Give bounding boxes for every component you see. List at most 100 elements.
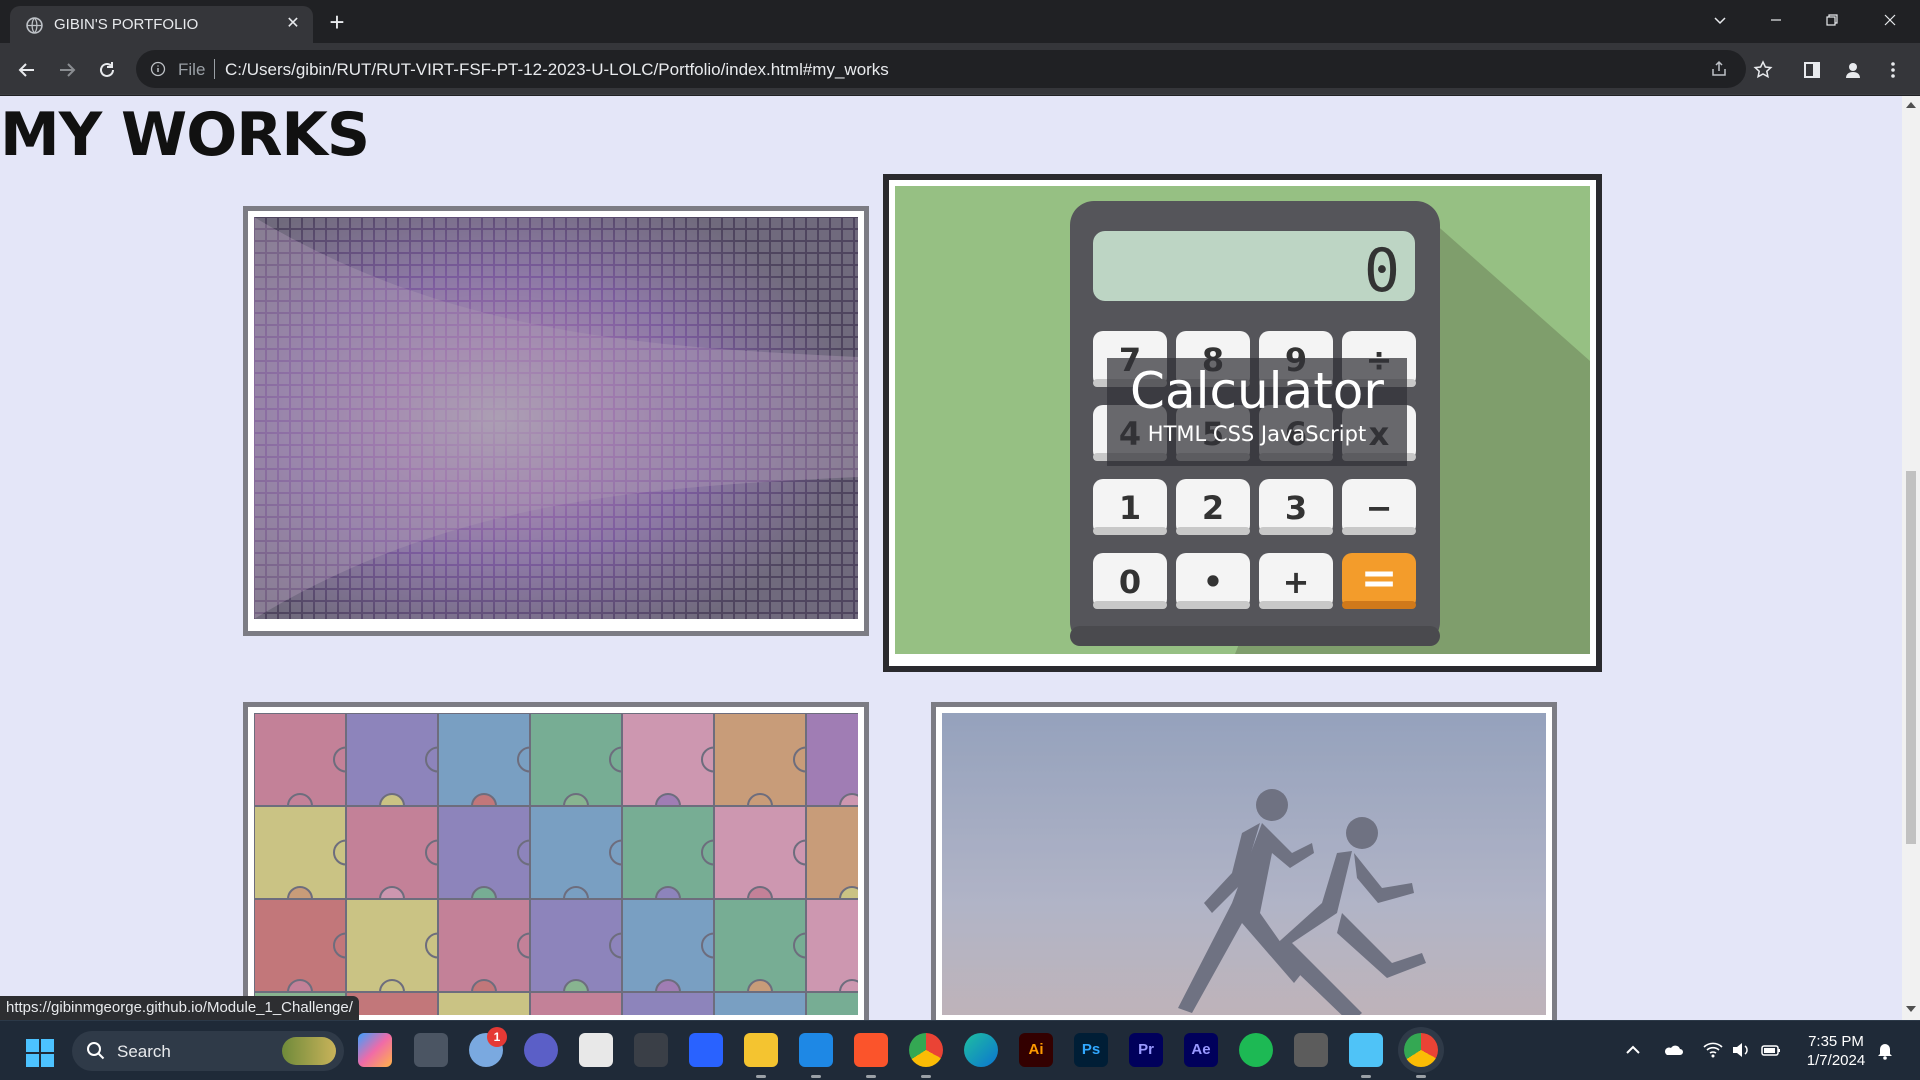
profile-icon: [1846, 63, 1860, 78]
tab-search-button[interactable]: [1692, 0, 1748, 40]
calculator-image: 0 789÷456x123−0•+= Calculator HTML CSS J…: [895, 186, 1590, 654]
photoshop-icon[interactable]: Ps: [1074, 1033, 1108, 1067]
close-icon: [1884, 14, 1896, 26]
close-window-button[interactable]: [1862, 0, 1918, 40]
battery-icon[interactable]: [1760, 1039, 1782, 1061]
side-panel-icon: [1804, 62, 1820, 78]
edge-icon[interactable]: [964, 1033, 998, 1067]
restore-icon: [1826, 14, 1838, 26]
copilot-icon[interactable]: [358, 1033, 392, 1067]
image-overlay: [254, 217, 858, 619]
browser-tab[interactable]: GIBIN'S PORTFOLIO ✕: [10, 6, 313, 43]
url-text[interactable]: C:/Users/gibin/RUT/RUT-VIRT-FSF-PT-12-20…: [225, 60, 889, 80]
wifi-icon[interactable]: [1702, 1039, 1724, 1061]
bookmark-star-button[interactable]: [1748, 55, 1778, 85]
search-label: Search: [117, 1042, 171, 1061]
calc-key: 2: [1176, 479, 1250, 535]
weather-icon[interactable]: 1: [469, 1027, 507, 1067]
brave-icon[interactable]: [854, 1033, 888, 1078]
after-effects-icon[interactable]: Ae: [1184, 1033, 1218, 1067]
work-caption: Calculator HTML CSS JavaScript: [1107, 358, 1407, 466]
clock-time[interactable]: 7:35 PM: [1804, 1033, 1868, 1050]
work-title: Calculator: [1130, 362, 1384, 420]
calc-key-label: 1: [1119, 489, 1141, 527]
work-card-runners[interactable]: [931, 702, 1557, 1020]
page-scrollbar[interactable]: [1902, 96, 1920, 1020]
calc-key: +: [1259, 553, 1333, 609]
calc-key-label: 0: [1119, 563, 1141, 601]
work-card-puzzle[interactable]: [243, 702, 869, 1020]
spotify-icon[interactable]: [1239, 1033, 1273, 1067]
onedrive-icon[interactable]: [1662, 1039, 1684, 1061]
git-icon[interactable]: [1294, 1033, 1328, 1067]
star-icon: [1753, 60, 1773, 79]
image-overlay: [254, 713, 858, 1015]
purple-mosaic-image: [254, 217, 858, 619]
unity-icon[interactable]: [634, 1033, 668, 1067]
reload-icon: [100, 62, 114, 77]
forward-arrow-icon: [60, 63, 76, 77]
page-viewport: MY WORKS 0 1 2 3 − 0 • + = Calculator HT…: [0, 96, 1902, 1020]
store-icon[interactable]: [579, 1033, 613, 1067]
info-icon[interactable]: [150, 61, 166, 77]
file-label: File: [178, 60, 206, 79]
premiere-icon[interactable]: Pr: [1129, 1033, 1163, 1067]
profile-button[interactable]: [1838, 55, 1868, 85]
scrollbar-thumb[interactable]: [1906, 471, 1916, 844]
calc-display-digit: 0: [1364, 236, 1400, 306]
back-button[interactable]: [12, 55, 42, 85]
search-icon: [87, 1042, 105, 1060]
tab-title: GIBIN'S PORTFOLIO: [54, 16, 199, 33]
image-overlay: [942, 713, 1546, 1015]
status-bar-link: https://gibinmgeorge.github.io/Module_1_…: [0, 996, 359, 1020]
task-view-icon[interactable]: [414, 1033, 448, 1067]
new-tab-button[interactable]: +: [323, 8, 351, 36]
notepad-icon[interactable]: [1349, 1033, 1383, 1078]
chrome-icon[interactable]: [909, 1033, 943, 1078]
volume-icon[interactable]: [1730, 1039, 1752, 1061]
illustrator-icon[interactable]: Ai: [1019, 1033, 1053, 1067]
notification-bell-icon[interactable]: [1874, 1039, 1896, 1061]
chevron-up-icon[interactable]: [1622, 1039, 1644, 1061]
notification-badge: 1: [487, 1027, 507, 1047]
calc-key-label: +: [1283, 563, 1310, 601]
minimize-button[interactable]: [1748, 0, 1804, 40]
scroll-up-arrow-icon[interactable]: [1906, 102, 1916, 108]
menu-button[interactable]: [1878, 55, 1908, 85]
page-title: MY WORKS: [0, 100, 370, 170]
mathworks-icon[interactable]: [689, 1033, 723, 1067]
windows-taskbar: Search 1 Ai Ps Pr Ae 7:35 PM 1/7/2024: [0, 1020, 1920, 1080]
browser-toolbar: File C:/Users/gibin/RUT/RUT-VIRT-FSF-PT-…: [0, 43, 1920, 95]
runners-image: [942, 713, 1546, 1015]
restore-button[interactable]: [1804, 0, 1860, 40]
work-card-visualizer[interactable]: [243, 206, 869, 636]
calc-key: 1: [1093, 479, 1167, 535]
teams-icon[interactable]: [524, 1033, 558, 1067]
calc-key: =: [1342, 553, 1416, 609]
forward-button[interactable]: [52, 55, 82, 85]
vscode-icon[interactable]: [799, 1033, 833, 1078]
calc-key: •: [1176, 553, 1250, 609]
divider: [214, 59, 215, 79]
clock-date[interactable]: 1/7/2024: [1796, 1052, 1876, 1069]
close-tab-icon[interactable]: ✕: [284, 15, 302, 33]
search-highlight-image: [282, 1037, 336, 1065]
more-vertical-icon: [1891, 62, 1895, 78]
chevron-down-icon: [1714, 17, 1726, 25]
file-explorer-icon[interactable]: [744, 1033, 778, 1078]
side-panel-button[interactable]: [1797, 55, 1827, 85]
windows-start-icon[interactable]: [26, 1039, 54, 1067]
scroll-down-arrow-icon[interactable]: [1906, 1006, 1916, 1012]
calc-key-label: −: [1366, 489, 1393, 527]
reload-button[interactable]: [92, 55, 122, 85]
minimize-icon: [1771, 19, 1781, 21]
puzzle-image: [254, 713, 858, 1015]
back-arrow-icon: [18, 63, 34, 77]
address-bar[interactable]: File C:/Users/gibin/RUT/RUT-VIRT-FSF-PT-…: [136, 50, 1746, 88]
share-icon[interactable]: [1710, 60, 1728, 78]
taskbar-search[interactable]: Search: [72, 1031, 344, 1071]
calc-key: 0: [1093, 553, 1167, 609]
chrome-active-icon[interactable]: [1404, 1033, 1438, 1078]
work-card-calculator[interactable]: 0 789÷456x123−0•+= Calculator HTML CSS J…: [883, 174, 1602, 672]
globe-icon: [26, 17, 43, 34]
